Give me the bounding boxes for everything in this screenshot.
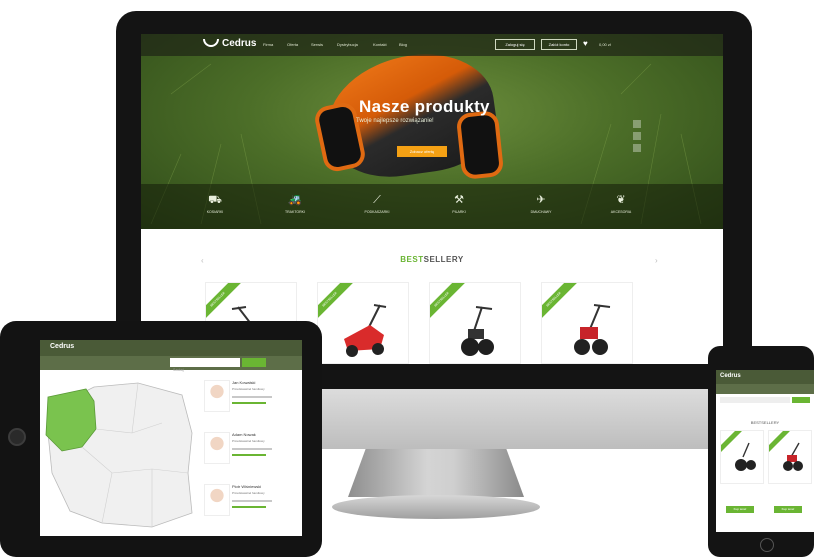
poland-map[interactable]: [42, 373, 200, 533]
cultivator-image: [461, 306, 494, 356]
chevron-left-icon[interactable]: ‹: [201, 256, 204, 265]
representative-card[interactable]: Piotr Wiśniewski Przedstawiciel handlowy: [200, 480, 300, 532]
phone-section-title: BESTSELLERY: [750, 420, 780, 425]
hero-subtitle: Twoje najlepsze rozwiązanie!: [356, 118, 434, 124]
social-icon-1[interactable]: [633, 120, 641, 128]
tablet-screen: Cedrus Szukaj Jan Kowalski Przedstawicie…: [40, 340, 302, 536]
desktop-monitor-base: [332, 495, 540, 519]
lawnmower-image: [344, 304, 387, 357]
avatar: [204, 484, 230, 516]
product-card[interactable]: BESTSELLER: [541, 282, 633, 364]
nav-item-serwis[interactable]: Serwis: [311, 42, 323, 47]
representative-card[interactable]: Adam Nowak Przedstawiciel handlowy: [200, 428, 300, 480]
phone-logo[interactable]: Cedrus: [720, 373, 741, 379]
product-card[interactable]: BESTSELLER: [429, 282, 521, 364]
hero-title: Nasze produkty: [359, 97, 490, 116]
nav-item-dystrybucja[interactable]: Dystrybucja: [337, 42, 358, 47]
nav-item-kontakt[interactable]: Kontakt: [373, 42, 387, 47]
category-traktorki[interactable]: 🚜 TRAKTORKI: [255, 194, 335, 214]
tablet-home-button: [8, 428, 26, 446]
category-pilarki[interactable]: ⚒ PILARKI: [419, 194, 499, 214]
phone-home-button: [760, 538, 774, 552]
buy-button[interactable]: Kup teraz: [726, 506, 754, 513]
cultivator-image: [735, 442, 756, 471]
phone-category-bar: [716, 384, 814, 394]
representative-card[interactable]: Jan Kowalski Przedstawiciel handlowy: [200, 376, 300, 428]
tablet-top-navigation: [40, 340, 302, 356]
tablet-logo[interactable]: Cedrus: [50, 343, 74, 350]
hero-banner: Cedrus Firma Oferta Serwis Dystrybucja K…: [141, 34, 723, 229]
product-card[interactable]: BESTSELLER: [317, 282, 409, 364]
category-podkaszarki[interactable]: ⟋ PODKASZARKI: [337, 194, 417, 214]
category-kosiarki[interactable]: ⛟ KOSIARKI: [175, 194, 255, 214]
login-button[interactable]: Zaloguj się: [495, 39, 535, 50]
tablet-search-input[interactable]: Szukaj: [170, 358, 240, 372]
avatar: [204, 380, 230, 412]
nav-item-oferta[interactable]: Oferta: [287, 42, 298, 47]
desktop-screen: Cedrus Firma Oferta Serwis Dystrybucja K…: [141, 34, 723, 364]
tablet-search-button[interactable]: [242, 358, 266, 367]
product-card[interactable]: [768, 430, 812, 484]
category-dmuchawy[interactable]: ✈ DMUCHAWY: [501, 194, 581, 214]
social-icon-2[interactable]: [633, 132, 641, 140]
nav-item-firma[interactable]: Firma: [263, 42, 273, 47]
phone-search-button[interactable]: [792, 397, 810, 403]
category-akcesoria[interactable]: ❦ AKCESORIA: [581, 194, 661, 214]
nav-item-blog[interactable]: Blog: [399, 42, 407, 47]
lawnmower-icon: ⛟: [208, 194, 222, 206]
chevron-right-icon[interactable]: ›: [655, 256, 658, 265]
bestsellers-heading: BESTSELLERY: [400, 255, 464, 264]
desktop-monitor-stand: [348, 449, 524, 497]
product-card[interactable]: [720, 430, 764, 484]
tractor-icon: 🚜: [288, 194, 302, 206]
social-icon-3[interactable]: [633, 144, 641, 152]
chainsaw-icon: ⚒: [454, 194, 464, 206]
trimmer-icon: ⟋: [373, 194, 381, 206]
buy-button[interactable]: Kup teraz: [774, 506, 802, 513]
leaf-icon: ❦: [616, 194, 626, 206]
heart-icon[interactable]: ♥: [583, 39, 588, 48]
hero-cta-button[interactable]: Zobacz ofertę: [397, 146, 447, 157]
cultivator-image: [783, 442, 803, 471]
blower-icon: ✈: [536, 194, 546, 206]
cart-total[interactable]: 0,00 zł: [599, 42, 611, 47]
logo-text: Cedrus: [222, 38, 257, 49]
avatar: [204, 432, 230, 464]
cultivator-image: [574, 304, 611, 355]
site-logo[interactable]: Cedrus: [203, 38, 256, 49]
register-button[interactable]: Załóż konto: [541, 39, 577, 50]
mower-wheel-right: [455, 109, 505, 181]
phone-search-input[interactable]: [720, 397, 790, 403]
logo-icon: [203, 39, 219, 48]
phone-screen: Cedrus BESTSELLERY Kup teraz Kup teraz: [716, 370, 814, 532]
